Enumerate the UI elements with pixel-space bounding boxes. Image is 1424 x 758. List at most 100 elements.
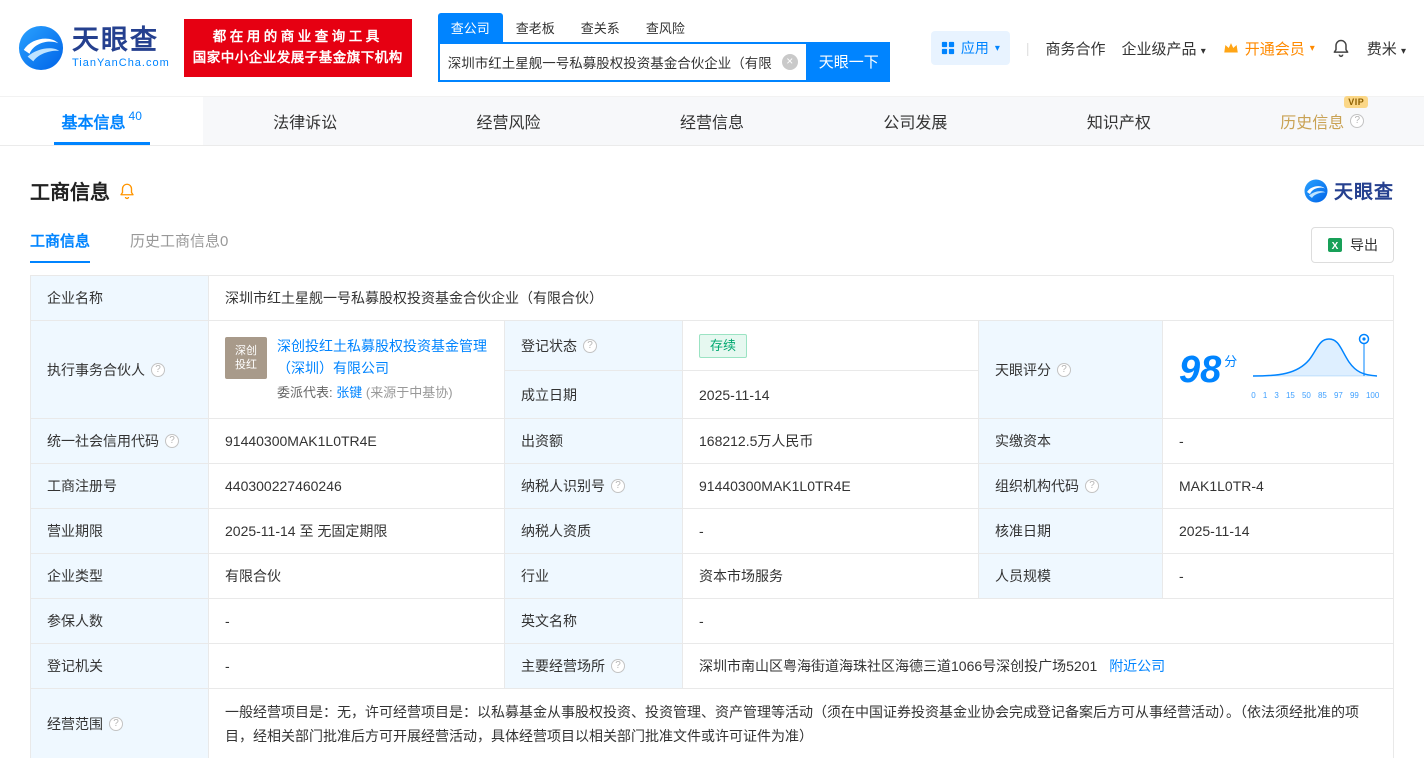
help-icon[interactable]: ?: [165, 434, 179, 448]
search-tab-company[interactable]: 查公司: [437, 12, 503, 42]
insured-count-label: 参保人数: [30, 598, 209, 644]
staff-size-value: -: [1162, 553, 1394, 599]
header-nav: 应用 ▾ | 商务合作 企业级产品 ▾ 开通会员 ▾ 费米 ▾: [930, 31, 1406, 65]
nav-user-account[interactable]: 费米 ▾: [1367, 38, 1406, 59]
monitor-bell-icon[interactable]: [118, 182, 136, 200]
export-label: 导出: [1350, 237, 1378, 253]
tab-history-info-label: 历史信息: [1280, 115, 1345, 132]
table-row: 营业期限 2025-11-14 至 无固定期限 纳税人资质 - 核准日期 202…: [30, 508, 1394, 554]
notification-bell-icon[interactable]: [1331, 38, 1351, 58]
search-tab-boss[interactable]: 查老板: [503, 13, 568, 42]
tab-history-info[interactable]: 历史信息 VIP ?: [1221, 96, 1424, 145]
tab-intellectual-property[interactable]: 知识产权: [1017, 97, 1220, 145]
tianyancha-logo[interactable]: 天眼查 TianYanCha.com: [18, 25, 170, 71]
nav-enterprise-products[interactable]: 企业级产品 ▾: [1122, 38, 1206, 59]
help-icon[interactable]: ?: [611, 479, 625, 493]
partner-company-link[interactable]: 深创投红土私募股权投资基金管理（深圳）有限公司: [277, 335, 488, 379]
search-tabs: 查公司 查老板 查关系 查风险: [437, 12, 890, 42]
help-icon[interactable]: ?: [583, 338, 597, 353]
export-button[interactable]: 导出: [1311, 227, 1394, 263]
subtabs: 工商信息 历史工商信息0: [30, 230, 228, 263]
delegate-name-link[interactable]: 张键: [336, 385, 362, 400]
help-icon[interactable]: ?: [1057, 362, 1071, 377]
apps-label: 应用: [960, 40, 989, 56]
help-icon[interactable]: ?: [611, 659, 625, 673]
reg-status-label: 登记状态?: [504, 319, 683, 372]
promo-badge: 都在用的商业查询工具 国家中小企业发展子基金旗下机构: [183, 19, 412, 77]
table-row: 企业名称 深圳市红土星舰一号私募股权投资基金合伙企业（有限合伙）: [30, 275, 1394, 321]
english-name-value: -: [682, 598, 1394, 644]
grid-icon: [941, 41, 955, 55]
company-name-value: 深圳市红土星舰一号私募股权投资基金合伙企业（有限合伙）: [208, 275, 1394, 321]
tab-operating-risk-label: 经营风险: [476, 115, 541, 132]
executive-partner-label: 执行事务合伙人?: [30, 320, 209, 419]
nav-open-vip[interactable]: 开通会员 ▾: [1222, 38, 1315, 59]
search-tab-risk[interactable]: 查风险: [633, 13, 698, 42]
help-icon[interactable]: ?: [151, 362, 165, 377]
help-icon[interactable]: ?: [1350, 114, 1365, 128]
search-row: × 天眼一下: [437, 41, 890, 82]
section-head: 工商信息 天眼查: [30, 176, 1394, 205]
clear-search-icon[interactable]: ×: [781, 53, 798, 70]
taxpayer-id-value: 91440300MAK1L0TR4E: [682, 463, 979, 509]
tab-business-info[interactable]: 经营信息: [610, 97, 813, 145]
table-row: 经营范围? 一般经营项目是：无，许可经营项目是：以私募基金从事股权投资、投资管理…: [30, 688, 1394, 758]
search-area: 查公司 查老板 查关系 查风险 × 天眼一下: [437, 12, 890, 82]
excel-icon: [1327, 237, 1343, 253]
tab-legal-proceedings[interactable]: 法律诉讼: [203, 97, 406, 145]
staff-size-label: 人员规模: [978, 553, 1163, 599]
reg-number-label: 工商注册号: [30, 463, 209, 509]
search-tab-relation[interactable]: 查关系: [568, 13, 633, 42]
subtab-history-registration[interactable]: 历史工商信息0: [130, 230, 228, 263]
reg-authority-value: -: [208, 643, 505, 689]
logo-brand-text: 天眼查: [72, 25, 159, 55]
tab-company-development-label: 公司发展: [883, 115, 948, 132]
partner-logo[interactable]: 深创 投红: [225, 337, 267, 379]
org-code-label: 组织机构代码?: [978, 463, 1163, 509]
nearby-companies-link[interactable]: 附近公司: [1109, 658, 1165, 674]
tab-basic-info-label: 基本信息: [61, 115, 126, 132]
insured-count-value: -: [208, 598, 505, 644]
org-code-value: MAK1L0TR-4: [1162, 463, 1394, 509]
delegate-label: 委派代表:: [277, 385, 333, 400]
partner-logo-line1: 深创: [235, 345, 257, 357]
company-name-label: 企业名称: [30, 275, 209, 321]
subtab-business-registration[interactable]: 工商信息: [30, 230, 91, 263]
business-info-table: 企业名称 深圳市红土星舰一号私募股权投资基金合伙企业（有限合伙） 执行事务合伙人…: [30, 275, 1394, 758]
reg-number-value: 440300227460246: [208, 463, 505, 509]
help-icon[interactable]: ?: [109, 717, 123, 731]
top-header: 天眼查 TianYanCha.com 都在用的商业查询工具 国家中小企业发展子基…: [0, 0, 1424, 96]
reg-status-value: 存续: [682, 319, 979, 372]
score-axis-labels: 01 3 15 50 85 97 99 100: [1251, 391, 1380, 400]
tab-basic-info[interactable]: 基本信息 40: [0, 97, 204, 145]
chevron-down-icon: ▾: [1309, 42, 1315, 54]
nav-business-cooperation[interactable]: 商务合作: [1046, 38, 1106, 59]
reg-authority-label: 登记机关: [30, 643, 209, 689]
open-vip-label: 开通会员: [1244, 40, 1305, 58]
help-icon[interactable]: ?: [1085, 479, 1099, 493]
address-text: 深圳市南山区粤海街道海珠社区海德三道1066号深创投广场5201: [699, 658, 1098, 674]
credit-code-value: 91440300MAK1L0TR4E: [208, 418, 505, 464]
section-title: 工商信息: [30, 182, 110, 204]
logo-domain-text: TianYanCha.com: [72, 57, 170, 69]
paid-capital-value: -: [1162, 418, 1394, 464]
capital-value: 168212.5万人民币: [682, 418, 979, 464]
crown-icon: [1222, 39, 1240, 57]
main-content: 工商信息 天眼查 工商信息 历史工商信息0 导出 企业名称 深圳市红土星舰一号私…: [0, 176, 1424, 758]
tab-company-development[interactable]: 公司发展: [814, 97, 1017, 145]
taxpayer-id-label: 纳税人识别号?: [504, 463, 683, 509]
business-address-label: 主要经营场所?: [504, 643, 683, 689]
table-row: 执行事务合伙人? 深创 投红 深创投红土私募股权投资基金管理（深圳）有限公司 委…: [30, 319, 1394, 419]
chevron-down-icon: ▾: [1400, 45, 1406, 57]
partner-logo-line2: 投红: [235, 359, 257, 371]
table-row: 登记机关 - 主要经营场所? 深圳市南山区粤海街道海珠社区海德三道1066号深创…: [30, 643, 1394, 689]
tab-operating-risk[interactable]: 经营风险: [407, 97, 610, 145]
subtabs-row: 工商信息 历史工商信息0 导出: [30, 227, 1394, 263]
search-input[interactable]: [447, 54, 782, 69]
approval-date-value: 2025-11-14: [1162, 508, 1394, 554]
tab-business-info-label: 经营信息: [679, 115, 744, 132]
tab-intellectual-property-label: 知识产权: [1086, 115, 1151, 132]
search-button[interactable]: 天眼一下: [807, 41, 890, 82]
score-curve-chart: 01 3 15 50 85 97 99 100: [1251, 332, 1379, 407]
apps-button[interactable]: 应用 ▾: [930, 31, 1010, 65]
